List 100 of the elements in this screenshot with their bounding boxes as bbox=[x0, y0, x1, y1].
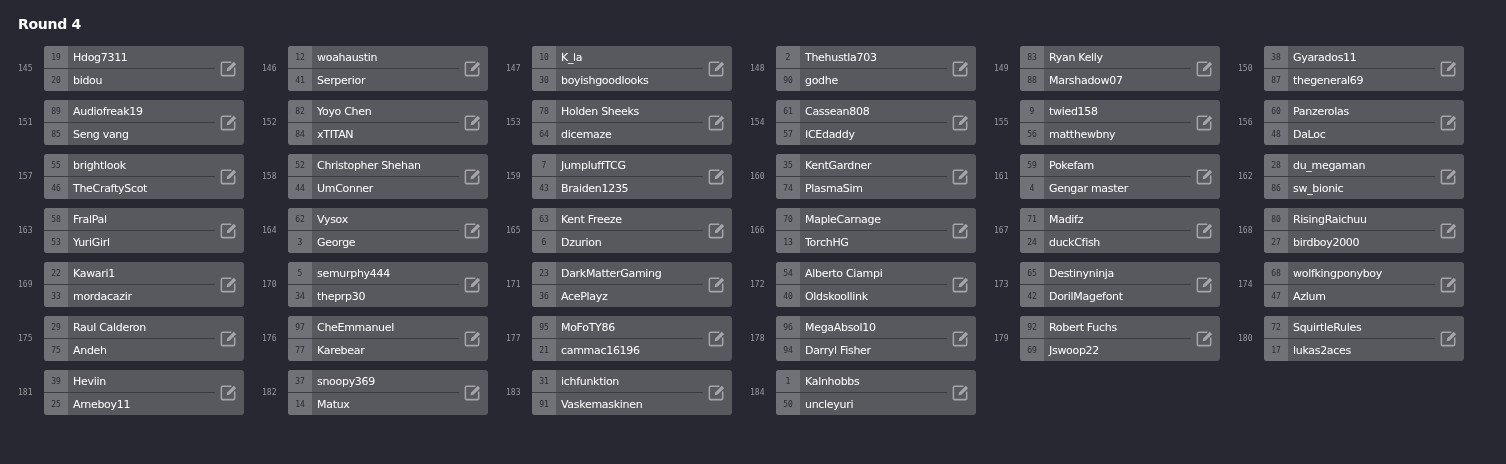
seed-number: 53 bbox=[44, 231, 68, 253]
edit-icon[interactable] bbox=[219, 329, 238, 348]
edit-icon[interactable] bbox=[1195, 59, 1214, 78]
player-name: Kalnhobbs bbox=[804, 374, 860, 388]
seed-number: 39 bbox=[44, 370, 68, 392]
edit-icon[interactable] bbox=[1439, 59, 1458, 78]
player-name: matthewbny bbox=[1048, 127, 1116, 141]
player-name: DorilMagefont bbox=[1048, 289, 1123, 303]
edit-icon[interactable] bbox=[1439, 167, 1458, 186]
edit-icon[interactable] bbox=[951, 329, 970, 348]
match-number: 175 bbox=[18, 334, 34, 343]
edit-icon[interactable] bbox=[707, 167, 726, 186]
player-name: Braiden1235 bbox=[560, 181, 629, 195]
seed-number: 47 bbox=[1264, 285, 1288, 307]
edit-icon[interactable] bbox=[463, 59, 482, 78]
player-name: YuriGirl bbox=[72, 235, 110, 249]
match-number: 147 bbox=[506, 64, 522, 73]
match-number: 181 bbox=[18, 388, 34, 397]
seed-number: 22 bbox=[44, 262, 68, 284]
seed-number: 63 bbox=[532, 208, 556, 230]
edit-icon[interactable] bbox=[463, 221, 482, 240]
player-name: Vysox bbox=[316, 212, 348, 226]
seed-number: 24 bbox=[1020, 231, 1044, 253]
seed-number: 72 bbox=[1264, 316, 1288, 338]
player-name: Yoyo Chen bbox=[316, 104, 372, 118]
seed-number: 13 bbox=[776, 231, 800, 253]
edit-icon[interactable] bbox=[1439, 221, 1458, 240]
edit-icon[interactable] bbox=[951, 275, 970, 294]
edit-icon[interactable] bbox=[707, 113, 726, 132]
player-name: lukas2aces bbox=[1292, 343, 1351, 357]
seed-number: 96 bbox=[776, 316, 800, 338]
match-number: 162 bbox=[1238, 172, 1254, 181]
match-number: 153 bbox=[506, 118, 522, 127]
seed-number: 50 bbox=[776, 393, 800, 415]
seed-number: 17 bbox=[1264, 339, 1288, 361]
player-name: birdboy2000 bbox=[1292, 235, 1360, 249]
match-number: 148 bbox=[750, 64, 766, 73]
edit-icon[interactable] bbox=[1195, 167, 1214, 186]
edit-icon[interactable] bbox=[951, 113, 970, 132]
player-name: cammac16196 bbox=[560, 343, 640, 357]
player-name: UmConner bbox=[316, 181, 373, 195]
edit-icon[interactable] bbox=[707, 221, 726, 240]
player-name: MegaAbsol10 bbox=[804, 320, 876, 334]
edit-icon[interactable] bbox=[951, 383, 970, 402]
seed-number: 75 bbox=[44, 339, 68, 361]
edit-icon[interactable] bbox=[1195, 221, 1214, 240]
edit-icon[interactable] bbox=[707, 275, 726, 294]
player-name: boyishgoodlooks bbox=[560, 73, 649, 87]
match-number: 180 bbox=[1238, 334, 1254, 343]
seed-number: 21 bbox=[532, 339, 556, 361]
edit-icon[interactable] bbox=[1439, 275, 1458, 294]
seed-number: 89 bbox=[44, 100, 68, 122]
edit-icon[interactable] bbox=[1195, 329, 1214, 348]
match-number: 149 bbox=[994, 64, 1010, 73]
edit-icon[interactable] bbox=[219, 383, 238, 402]
seed-number: 60 bbox=[1264, 100, 1288, 122]
edit-icon[interactable] bbox=[219, 167, 238, 186]
edit-icon[interactable] bbox=[219, 59, 238, 78]
edit-icon[interactable] bbox=[219, 221, 238, 240]
edit-icon[interactable] bbox=[707, 329, 726, 348]
seed-number: 59 bbox=[1020, 154, 1044, 176]
edit-icon[interactable] bbox=[1439, 113, 1458, 132]
edit-icon[interactable] bbox=[951, 221, 970, 240]
edit-icon[interactable] bbox=[219, 275, 238, 294]
player-name: Arneboy11 bbox=[72, 397, 131, 411]
seed-number: 95 bbox=[532, 316, 556, 338]
player-name: Darryl Fisher bbox=[804, 343, 871, 357]
edit-icon[interactable] bbox=[707, 59, 726, 78]
edit-icon[interactable] bbox=[463, 167, 482, 186]
player-name: TheCraftyScot bbox=[72, 181, 148, 195]
edit-icon[interactable] bbox=[1195, 275, 1214, 294]
edit-icon[interactable] bbox=[463, 113, 482, 132]
player-name: mordacazir bbox=[72, 289, 132, 303]
player-name: JumpluffTCG bbox=[559, 158, 626, 172]
player-name: wolfkingponyboy bbox=[1292, 266, 1382, 280]
edit-icon[interactable] bbox=[1439, 329, 1458, 348]
edit-icon[interactable] bbox=[951, 59, 970, 78]
edit-icon[interactable] bbox=[219, 113, 238, 132]
seed-number: 4 bbox=[1020, 177, 1044, 199]
seed-number: 88 bbox=[1020, 69, 1044, 91]
match-number: 159 bbox=[506, 172, 522, 181]
player-name: Pokefam bbox=[1048, 158, 1094, 172]
player-name: Cassean808 bbox=[804, 104, 870, 118]
player-name: Dzurion bbox=[560, 235, 602, 249]
match-number: 151 bbox=[18, 118, 34, 127]
edit-icon[interactable] bbox=[463, 383, 482, 402]
player-name: Heviin bbox=[72, 374, 106, 388]
edit-icon[interactable] bbox=[707, 383, 726, 402]
edit-icon[interactable] bbox=[463, 275, 482, 294]
player-name: snoopy369 bbox=[316, 374, 375, 388]
edit-icon[interactable] bbox=[951, 167, 970, 186]
player-name: twied158 bbox=[1048, 104, 1098, 118]
seed-number: 31 bbox=[532, 370, 556, 392]
seed-number: 29 bbox=[44, 316, 68, 338]
edit-icon[interactable] bbox=[1195, 113, 1214, 132]
edit-icon[interactable] bbox=[463, 329, 482, 348]
player-name: Destinyninja bbox=[1048, 266, 1115, 280]
player-name: du_megaman bbox=[1292, 158, 1366, 172]
player-name: Robert Fuchs bbox=[1048, 320, 1117, 334]
round-title: Round 4 bbox=[18, 16, 82, 32]
